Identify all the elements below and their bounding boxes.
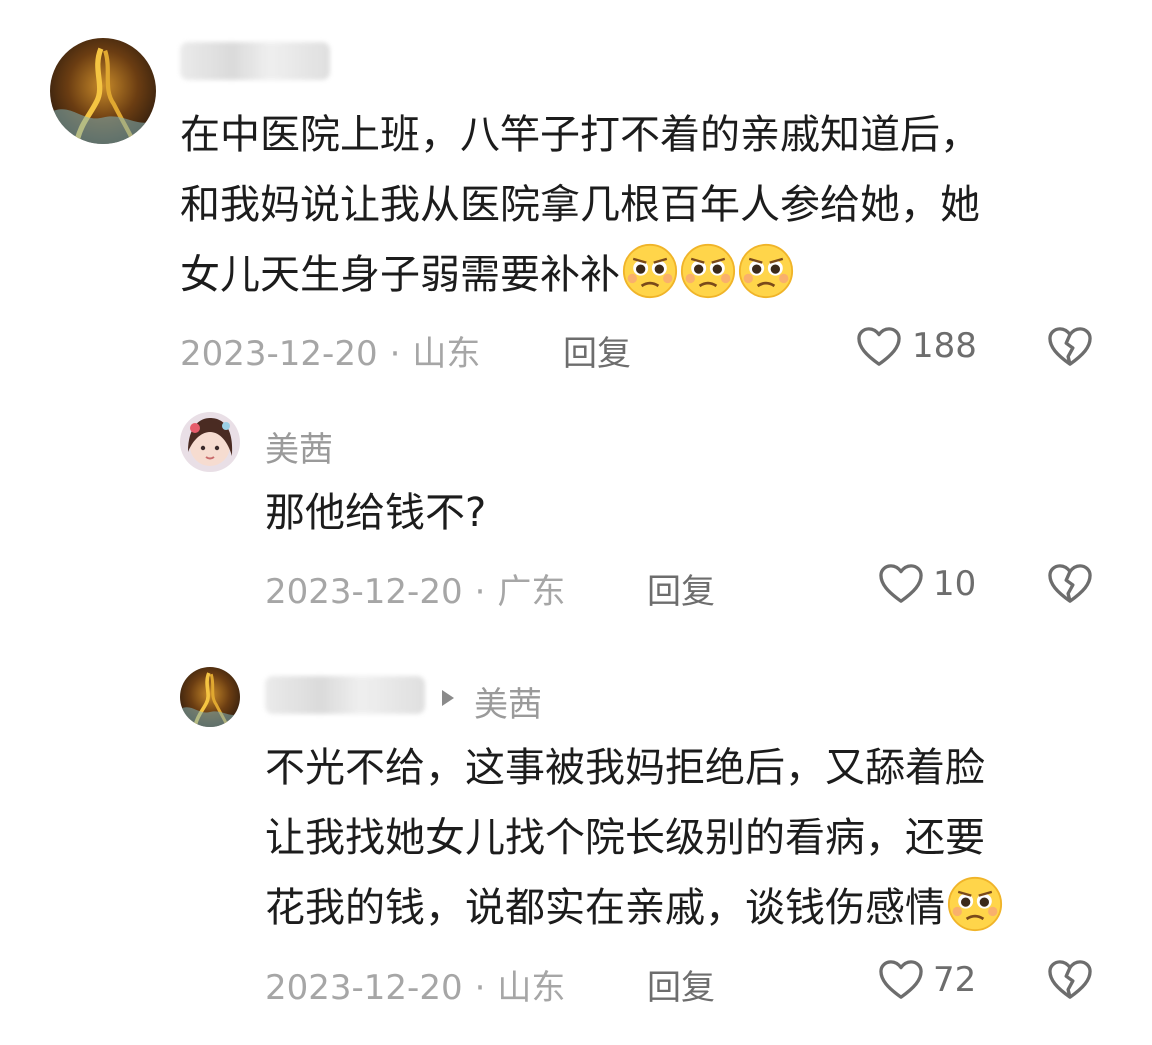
username[interactable]: 美茜 [265,422,333,471]
avatar[interactable] [50,38,156,144]
meta-separator: · [474,572,486,612]
like-count: 72 [933,960,977,1000]
comment-line: 让我找她女儿找个院长级别的看病，还要 [265,815,985,861]
reply-button[interactable]: 回复 [647,564,715,613]
comment-line: 花我的钱，说都实在亲戚，谈钱伤感情 [265,885,945,931]
comment-line: 不光不给，这事被我妈拒绝后，又舔着脸 [265,745,985,791]
broken-heart-icon[interactable] [1047,563,1093,605]
avatar[interactable] [180,667,240,727]
reply-to-username[interactable]: 美茜 [474,677,542,726]
comment-line: 在中医院上班，八竿子打不着的亲戚知道后， [180,112,980,158]
heart-icon[interactable] [878,959,924,1001]
comment-line: 那他给钱不? [265,490,487,536]
reply-arrow-icon [440,688,456,708]
comment-date: 2023-12-20 [265,572,463,612]
pleading-face-icon [622,243,678,299]
meta-separator: · [474,968,486,1008]
meta-separator: · [389,334,401,374]
pleading-face-icon [947,876,1003,932]
heart-icon[interactable] [856,326,902,368]
like-count: 10 [933,564,977,604]
avatar[interactable] [180,412,240,472]
username-blurred[interactable] [265,676,425,714]
comment-text: 在中医院上班，八竿子打不着的亲戚知道后， 和我妈说让我从医院拿几根百年人参给她，… [180,100,980,310]
pleading-face-icon [738,243,794,299]
comment-line: 和我妈说让我从医院拿几根百年人参给她，她 [180,182,980,228]
comment-location: 广东 [497,572,566,612]
like-count: 188 [912,326,977,366]
comment-text: 那他给钱不? [265,478,486,548]
comment-text: 不光不给，这事被我妈拒绝后，又舔着脸 让我找她女儿找个院长级别的看病，还要 花我… [265,733,1003,943]
pleading-face-icon [680,243,736,299]
reply-button[interactable]: 回复 [647,960,715,1009]
broken-heart-icon[interactable] [1047,959,1093,1001]
comment-meta: 2023-12-20 · 山东 [180,326,480,375]
comment-location: 山东 [412,334,481,374]
comment-date: 2023-12-20 [180,334,378,374]
username-blurred[interactable] [180,42,330,80]
reply-button[interactable]: 回复 [563,326,631,375]
comment-location: 山东 [497,968,566,1008]
comment-line: 女儿天生身子弱需要补补 [180,252,620,298]
comment-meta: 2023-12-20 · 广东 [265,564,565,613]
heart-icon[interactable] [878,563,924,605]
comment-meta: 2023-12-20 · 山东 [265,960,565,1009]
comment-date: 2023-12-20 [265,968,463,1008]
broken-heart-icon[interactable] [1047,326,1093,368]
